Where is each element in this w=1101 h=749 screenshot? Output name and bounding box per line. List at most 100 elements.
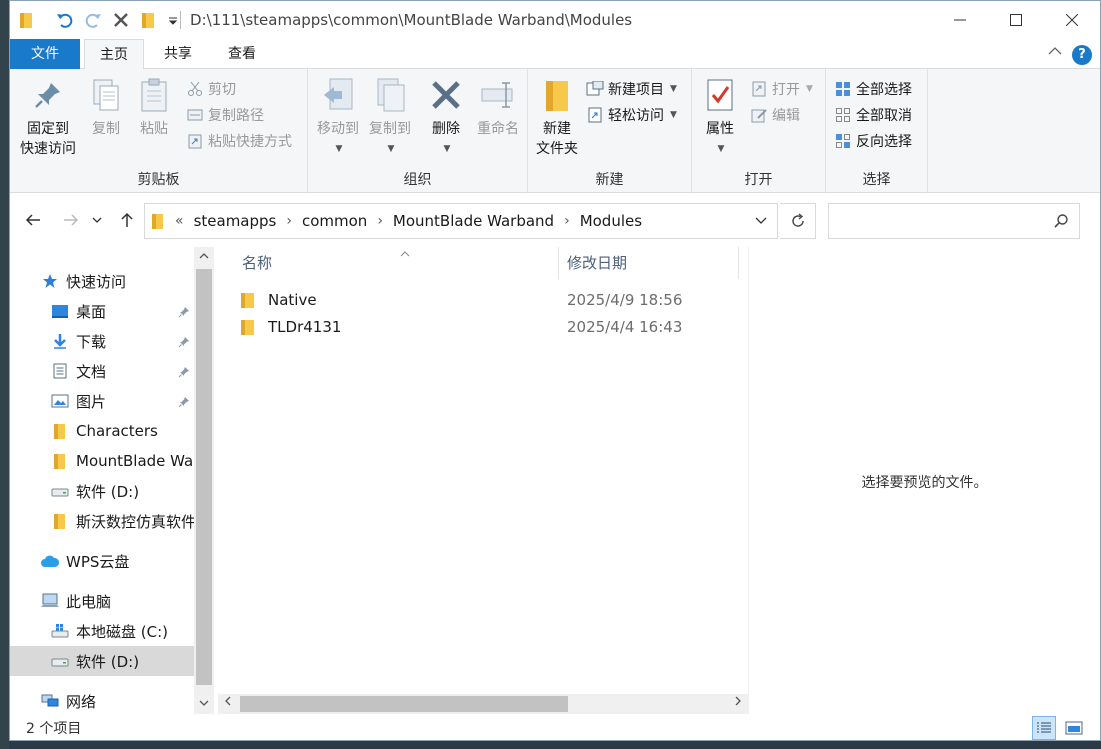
properties-button[interactable]: 属性 ▼ [698, 75, 742, 159]
nav-documents-label: 文档 [76, 362, 107, 381]
tab-view[interactable]: 查看 [214, 39, 270, 69]
delete-x-icon [426, 75, 466, 115]
paste-button[interactable]: 粘贴 [132, 75, 176, 139]
tab-share[interactable]: 共享 [150, 39, 206, 69]
nav-mountblade-warband[interactable]: MountBlade Warband [10, 446, 194, 476]
pin-label-2: 快速访问 [20, 141, 76, 157]
large-icons-view-button[interactable] [1062, 716, 1086, 740]
nav-network[interactable]: 网络 [10, 686, 194, 716]
new-folder-button[interactable]: 新建 文件夹 [532, 75, 582, 159]
delete-icon[interactable] [110, 9, 132, 31]
address-bar[interactable]: « steamapps › common › MountBlade Warban… [144, 203, 778, 239]
file-row[interactable]: Native 2025/4/9 18:56 [240, 287, 748, 313]
nav-pane-scrollbar[interactable] [194, 247, 214, 714]
nav-this-pc-label: 此电脑 [66, 592, 112, 611]
pin-quick-access-button[interactable]: 固定到 快速访问 [14, 75, 82, 159]
move-to-button[interactable]: 移动到 ▼ [312, 75, 364, 159]
delete-button[interactable]: 删除 ▼ [424, 75, 468, 159]
nav-desktop[interactable]: 桌面 [10, 296, 194, 326]
details-view-button[interactable] [1032, 716, 1056, 740]
scroll-right-icon[interactable] [728, 694, 748, 714]
column-divider[interactable] [558, 247, 559, 279]
nav-drive-d-quick-label: 软件 (D:) [76, 482, 140, 501]
help-button[interactable]: ? [1072, 45, 1092, 65]
quick-access-toolbar [16, 8, 180, 32]
column-divider[interactable] [738, 247, 739, 279]
collapse-ribbon-button[interactable] [1048, 45, 1064, 61]
pin-icon[interactable] [178, 364, 190, 382]
folder-icon [240, 318, 260, 336]
breadcrumb-mountblade[interactable]: MountBlade Warband [393, 212, 554, 230]
new-folder-label-2: 文件夹 [536, 141, 578, 157]
horizontal-scrollbar-thumb[interactable] [240, 696, 568, 712]
tab-file[interactable]: 文件 [10, 39, 80, 69]
nav-quick-access[interactable]: 快速访问 [10, 266, 194, 296]
rename-button[interactable]: 重命名 [472, 75, 524, 139]
delete-label: 删除 [432, 121, 460, 137]
folder-icon [50, 421, 70, 441]
chevron-right-icon[interactable]: › [377, 213, 383, 229]
easy-access-button[interactable]: 轻松访问 ▼ [586, 103, 677, 127]
copy-to-button[interactable]: 复制到 ▼ [364, 75, 416, 159]
invert-selection-button[interactable]: 反向选择 [834, 129, 912, 153]
pin-icon[interactable] [178, 304, 190, 322]
maximize-button[interactable] [988, 1, 1044, 39]
select-group-label: 选择 [862, 172, 891, 188]
dropdown-icon[interactable] [166, 9, 180, 31]
close-button[interactable] [1044, 1, 1100, 39]
nav-pane-scrollbar-thumb[interactable] [196, 269, 212, 685]
column-header-name[interactable]: 名称 [242, 247, 272, 279]
paste-shortcut-button[interactable]: 粘贴快捷方式 [186, 129, 292, 153]
ribbon-tabs: 文件 主页 共享 查看 [10, 39, 1100, 70]
new-item-button[interactable]: 新建项目 ▼ [586, 77, 677, 101]
folder-icon[interactable] [138, 9, 160, 31]
file-list-horizontal-scrollbar[interactable] [218, 694, 748, 714]
select-none-button[interactable]: 全部取消 [834, 103, 912, 127]
select-all-button[interactable]: 全部选择 [834, 77, 912, 101]
back-button[interactable] [22, 209, 44, 231]
nav-this-pc[interactable]: 此电脑 [10, 586, 194, 616]
cut-button[interactable]: 剪切 [186, 77, 236, 101]
column-header-date[interactable]: 修改日期 [567, 247, 627, 279]
address-dropdown-icon[interactable] [755, 217, 767, 225]
copy-path-icon [186, 106, 204, 124]
file-row[interactable]: TLDr4131 2025/4/4 16:43 [240, 314, 748, 340]
nav-downloads[interactable]: 下载 [10, 326, 194, 356]
scroll-left-icon[interactable] [218, 694, 238, 714]
edit-button[interactable]: 编辑 [750, 103, 800, 127]
scroll-down-icon[interactable] [194, 694, 214, 714]
chevron-right-icon[interactable]: › [564, 213, 570, 229]
open-button[interactable]: 打开 ▼ [750, 77, 813, 101]
copy-button[interactable]: 复制 [84, 75, 128, 139]
minimize-button[interactable] [932, 1, 988, 39]
cloud-icon [40, 551, 60, 571]
nav-drive-d-quick[interactable]: 软件 (D:) [10, 476, 194, 506]
nav-local-disk-c[interactable]: 本地磁盘 (C:) [10, 616, 194, 646]
paste-label: 粘贴 [140, 121, 168, 137]
up-button[interactable] [116, 209, 138, 231]
redo-icon[interactable] [82, 9, 104, 31]
nav-swansoft[interactable]: 斯沃数控仿真软件 [10, 506, 194, 536]
nav-documents[interactable]: 文档 [10, 356, 194, 386]
pin-icon[interactable] [178, 334, 190, 352]
pin-icon[interactable] [178, 394, 190, 412]
recent-locations-button[interactable] [90, 209, 104, 231]
nav-wps-cloud[interactable]: WPS云盘 [10, 546, 194, 576]
chevron-right-icon[interactable]: › [286, 213, 292, 229]
search-input[interactable] [828, 203, 1080, 239]
nav-drive-d[interactable]: 软件 (D:) [10, 646, 194, 676]
breadcrumb-modules[interactable]: Modules [580, 212, 642, 230]
undo-icon[interactable] [54, 9, 76, 31]
windows-drive-icon [50, 621, 70, 641]
nav-pictures[interactable]: 图片 [10, 386, 194, 416]
nav-characters[interactable]: Characters [10, 416, 194, 446]
breadcrumb-common[interactable]: common [302, 212, 367, 230]
refresh-button[interactable] [780, 203, 816, 239]
scroll-up-icon[interactable] [194, 247, 214, 267]
title-bar: D:\111\steamapps\common\MountBlade Warba… [10, 1, 1100, 39]
breadcrumb-steamapps[interactable]: steamapps [194, 212, 277, 230]
tab-home[interactable]: 主页 [84, 39, 144, 70]
copy-path-button[interactable]: 复制路径 [186, 103, 264, 127]
forward-button[interactable] [60, 209, 82, 231]
breadcrumb-overflow-button[interactable]: « [175, 213, 184, 229]
